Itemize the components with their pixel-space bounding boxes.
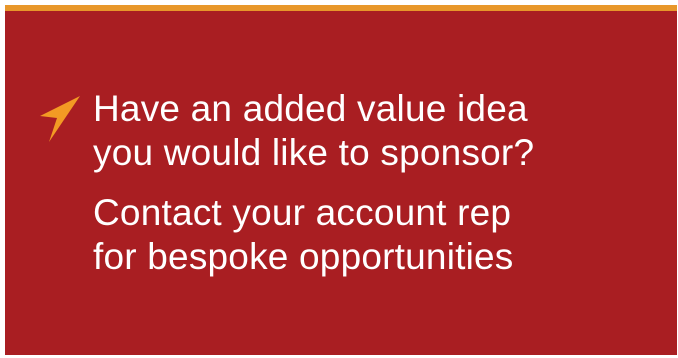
- subline-line-2: for bespoke opportunities: [93, 236, 514, 277]
- subline-line-1: Contact your account rep: [93, 192, 512, 233]
- headline-line-1: Have an added value idea: [93, 88, 528, 129]
- promo-card: Have an added value idea you would like …: [5, 5, 677, 355]
- arrow-pointer-icon: [40, 96, 80, 142]
- promo-text: Have an added value idea you would like …: [93, 87, 534, 279]
- headline-line-2: you would like to sponsor?: [93, 132, 535, 173]
